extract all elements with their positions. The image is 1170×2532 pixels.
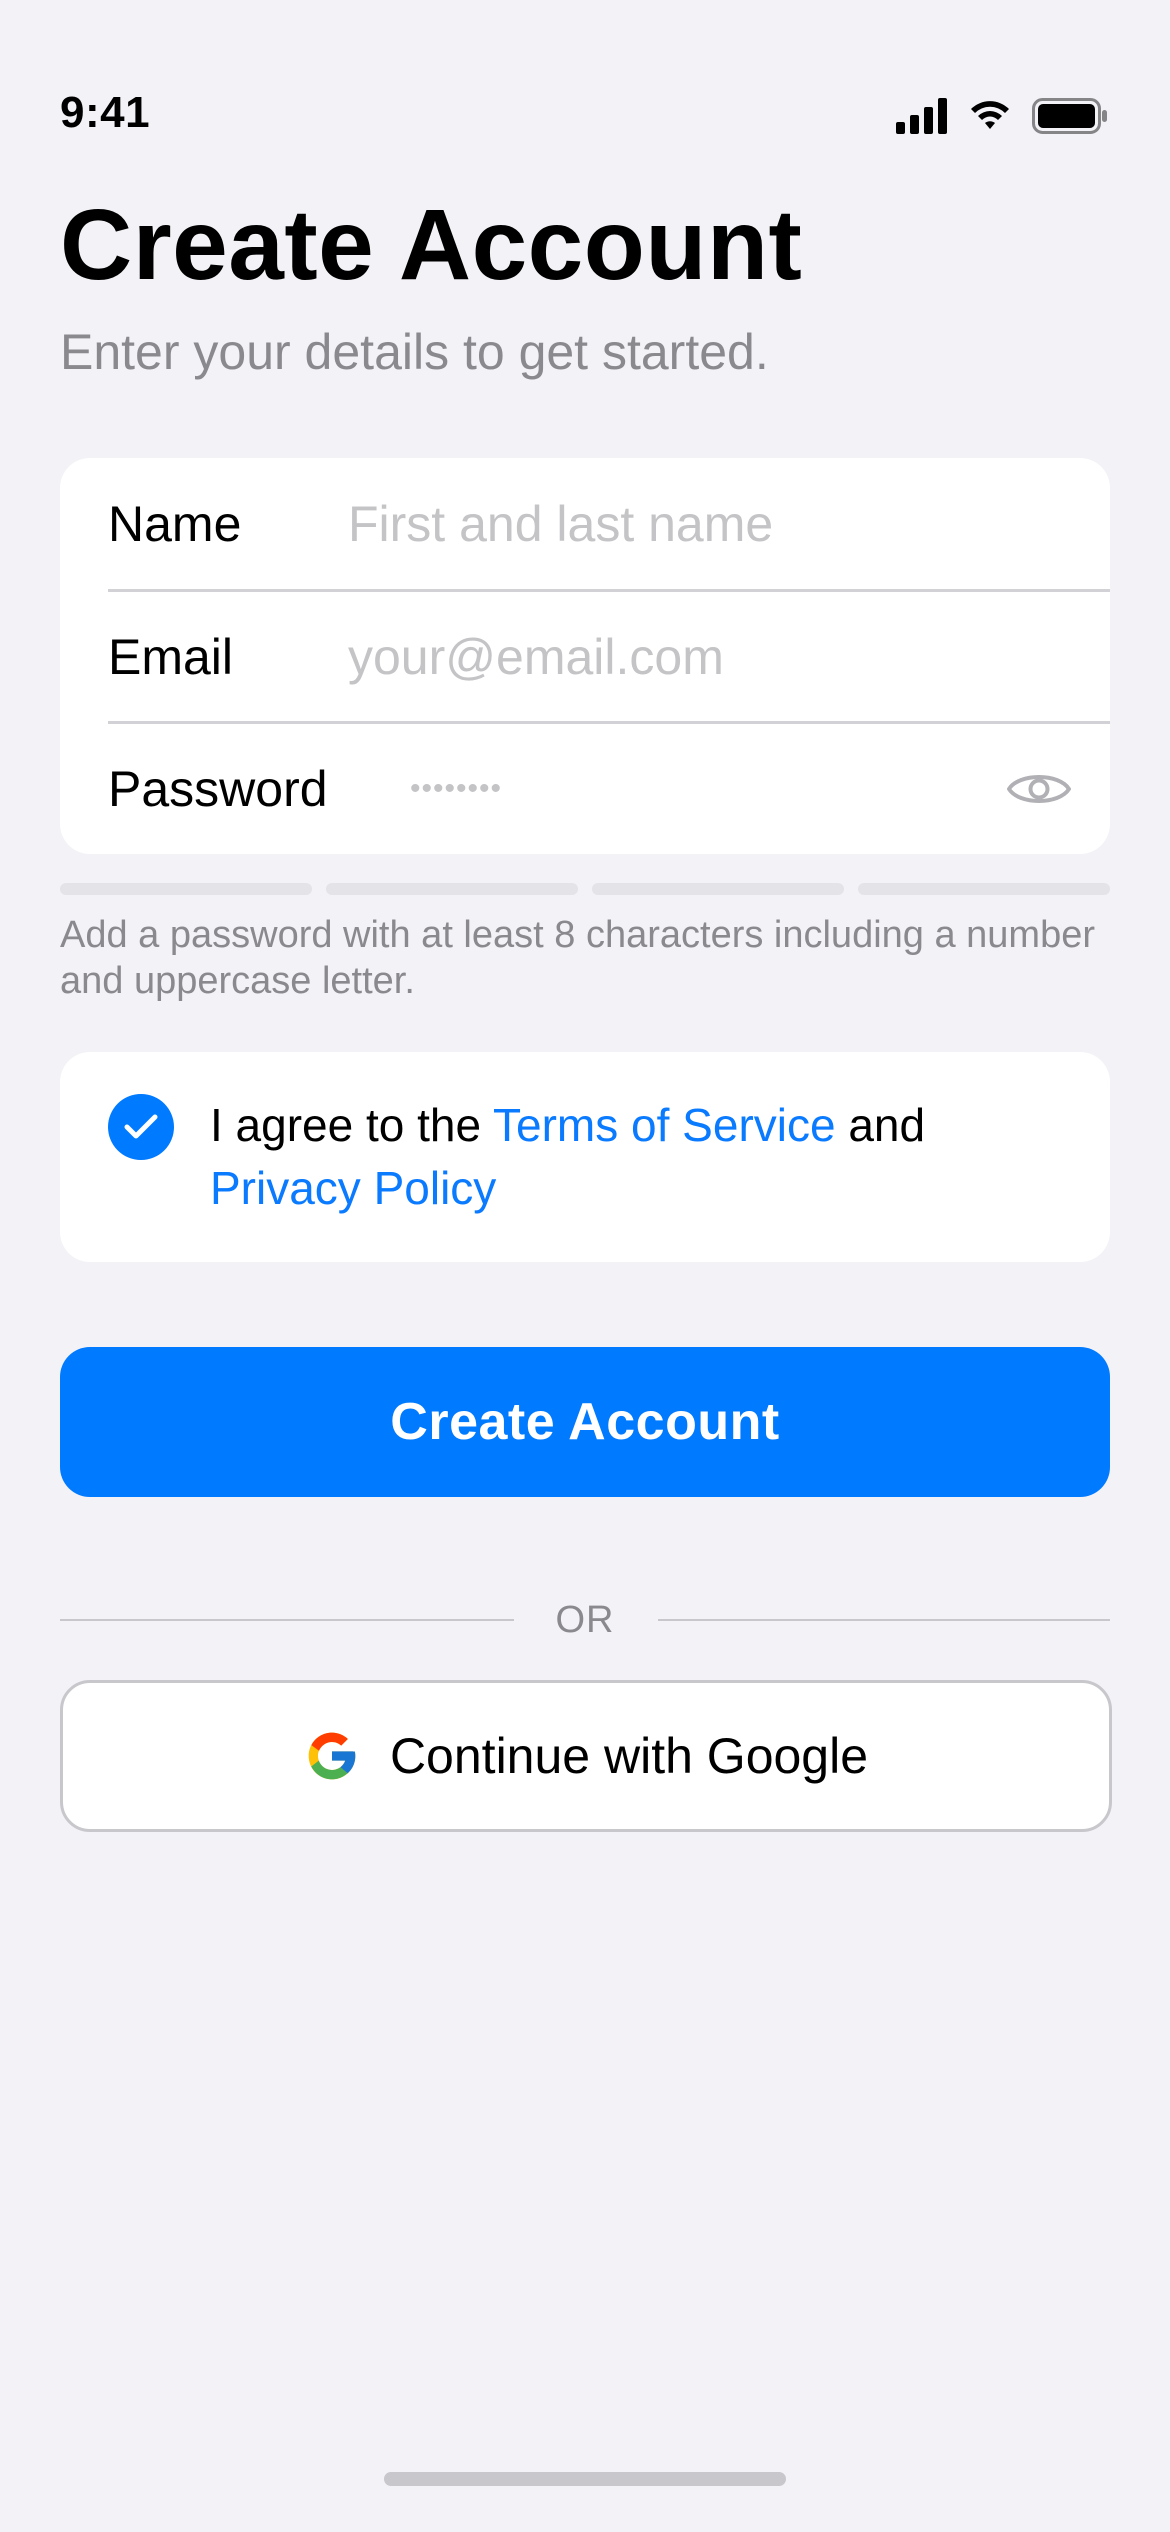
- cellular-signal-icon: [896, 98, 948, 134]
- strength-segment: [858, 883, 1110, 895]
- name-label: Name: [108, 496, 242, 552]
- google-logo-icon: [304, 1728, 360, 1784]
- create-account-button[interactable]: Create Account: [60, 1347, 1110, 1497]
- page-title: Create Account: [60, 189, 803, 301]
- status-time: 9:41: [60, 88, 151, 137]
- terms-middle: and: [835, 1099, 926, 1151]
- email-label: Email: [108, 629, 234, 685]
- create-account-label: Create Account: [390, 1393, 780, 1451]
- continue-with-google-label: Continue with Google: [389, 1728, 869, 1784]
- terms-prefix: I agree to the: [210, 1099, 494, 1151]
- status-icons: [896, 98, 1108, 134]
- wifi-icon: [968, 99, 1012, 133]
- continue-with-google-button[interactable]: Continue with Google: [60, 1680, 1112, 1832]
- eye-icon[interactable]: [1006, 761, 1072, 817]
- battery-icon: [1032, 98, 1108, 134]
- checkmark-icon: [124, 1114, 158, 1139]
- password-strength-meter: [60, 883, 1110, 895]
- terms-of-service-link[interactable]: Terms of Service: [493, 1099, 836, 1151]
- or-label: OR: [555, 1599, 615, 1641]
- password-input[interactable]: ••••••••: [410, 723, 502, 854]
- password-label: Password: [108, 761, 328, 817]
- strength-segment: [592, 883, 844, 895]
- home-indicator[interactable]: [384, 2472, 786, 2486]
- name-input[interactable]: [348, 488, 1048, 560]
- terms-checkbox[interactable]: [108, 1094, 174, 1160]
- privacy-policy-link[interactable]: Privacy Policy: [210, 1162, 496, 1214]
- name-row: Name: [60, 458, 1110, 590]
- password-row: Password ••••••••: [60, 723, 1110, 854]
- password-hint: Add a password with at least 8 character…: [60, 914, 1095, 1002]
- status-bar: 9:41: [0, 0, 1170, 180]
- email-input[interactable]: [348, 621, 1048, 693]
- strength-segment: [326, 883, 578, 895]
- signup-form-card: Name Email Password ••••••••: [60, 458, 1110, 854]
- or-divider: OR: [60, 1590, 1110, 1650]
- terms-card: I agree to the Terms of Service and Priv…: [60, 1052, 1110, 1262]
- terms-text: I agree to the Terms of Service and Priv…: [210, 1094, 1070, 1220]
- page-subtitle: Enter your details to get started.: [60, 324, 769, 380]
- email-row: Email: [60, 591, 1110, 723]
- strength-segment: [60, 883, 312, 895]
